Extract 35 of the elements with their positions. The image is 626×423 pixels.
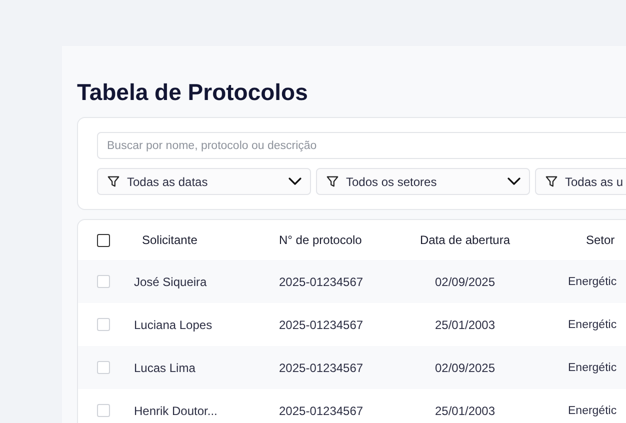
column-header: Setor <box>586 233 615 247</box>
filter-icon <box>326 175 339 188</box>
table-cell: 2025-01234567 <box>279 318 364 332</box>
table-cell: 2025-01234567 <box>279 274 364 288</box>
table-cell: 02/09/2025 <box>434 274 496 288</box>
filter-icon <box>545 175 558 188</box>
table-cell: Energétic <box>568 362 617 374</box>
column-header: N° de protocolo <box>279 233 362 247</box>
table-cell: 2025-01234567 <box>279 360 364 374</box>
row-checkbox[interactable] <box>97 318 110 331</box>
table-cell: 2025-01234567 <box>279 404 364 418</box>
table-cell: José Siqueira <box>134 274 207 288</box>
filter-icon <box>107 175 120 188</box>
table-cell: Energétic <box>568 276 617 288</box>
filter-dropdown[interactable]: Todas as u <box>535 168 626 195</box>
chevron-down-icon <box>288 177 302 186</box>
table-cell: 25/01/2003 <box>434 404 496 418</box>
row-checkbox[interactable] <box>97 361 110 374</box>
chevron-down-icon <box>507 177 521 186</box>
column-header: Data de abertura <box>420 233 510 247</box>
column-header: Solicitante <box>142 233 198 247</box>
select-all-checkbox[interactable] <box>97 234 110 246</box>
table-cell: Henrik Doutor... <box>134 404 218 418</box>
table-cell: 02/09/2025 <box>434 360 496 374</box>
row-checkbox[interactable] <box>97 275 110 288</box>
table-cell: 25/01/2003 <box>434 318 496 332</box>
filter-dropdown[interactable]: Todas as datas <box>97 168 311 195</box>
search-field[interactable]: Buscar por nome, protocolo ou descrição <box>97 132 626 159</box>
table-cell: Energétic <box>568 318 617 330</box>
table-cell: Lucas Lima <box>134 360 196 374</box>
table-cell: Energétic <box>568 404 617 416</box>
row-checkbox[interactable] <box>97 404 110 417</box>
filter-dropdown[interactable]: Todos os setores <box>316 168 530 195</box>
page-title: Tabela de Protocolos <box>77 78 309 106</box>
table-cell: Luciana Lopes <box>134 318 212 332</box>
